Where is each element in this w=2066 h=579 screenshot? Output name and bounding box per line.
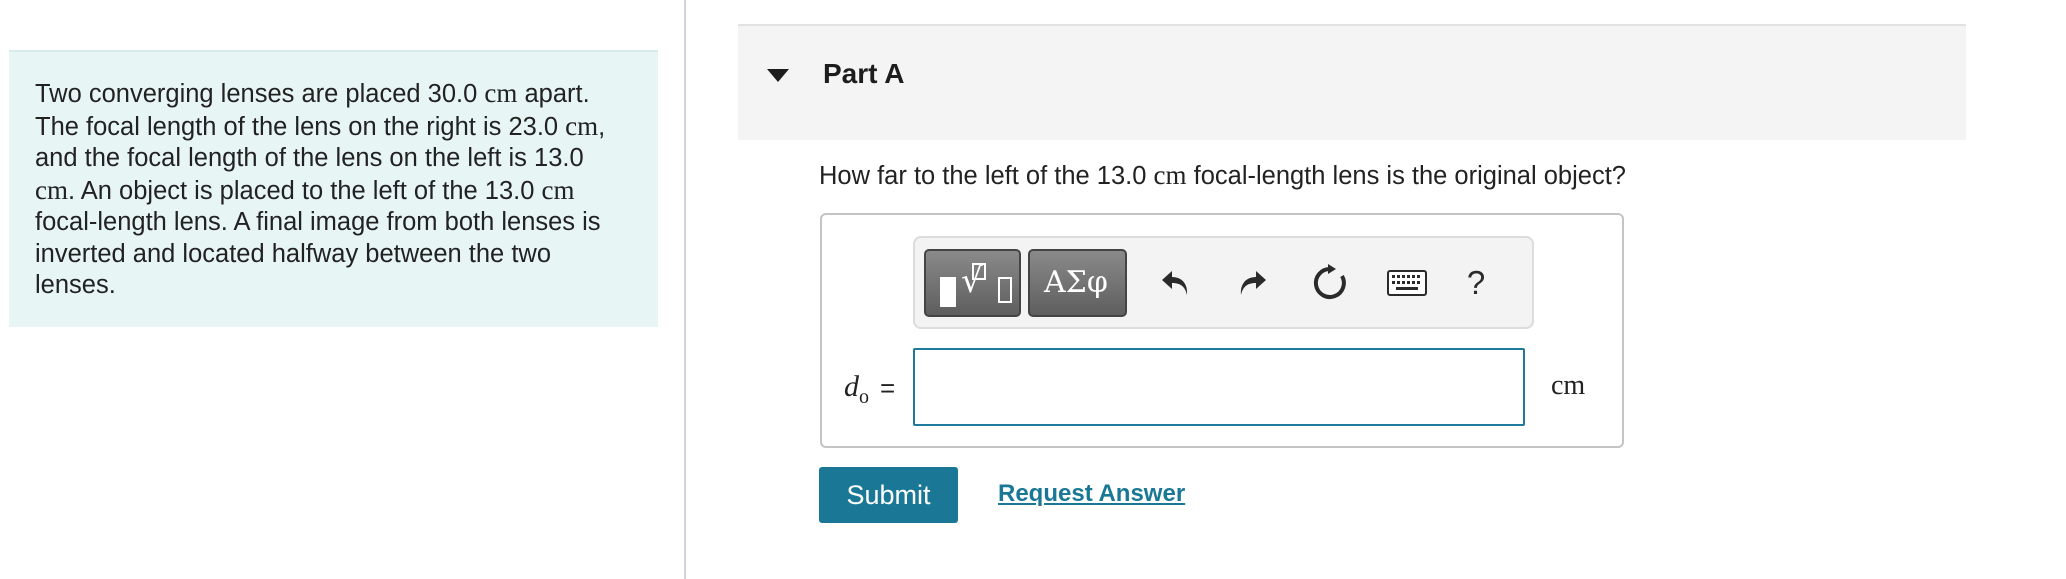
problem-unit-3: cm xyxy=(35,174,68,205)
answer-input[interactable] xyxy=(913,348,1525,426)
problem-unit-4: cm xyxy=(541,174,575,205)
question-after: focal-length lens is the original object… xyxy=(1186,162,1626,190)
answer-unit: cm xyxy=(1551,370,1586,401)
redo-icon xyxy=(1240,271,1266,295)
equals-sign: = xyxy=(880,373,896,403)
problem-unit-2: cm xyxy=(565,110,599,141)
keyboard-icon xyxy=(1387,270,1427,296)
question-before: How far to the left of the 13.0 xyxy=(819,162,1154,190)
problem-statement: Two converging lenses are placed 30.0 cm… xyxy=(9,50,658,327)
problem-text-1: Two converging lenses are placed 30.0 xyxy=(35,80,485,108)
symbols-label: ΑΣφ xyxy=(1044,265,1108,300)
variable-subscript: o xyxy=(859,386,869,408)
templates-button[interactable]: √ xyxy=(924,249,1021,317)
page: Two converging lenses are placed 30.0 cm… xyxy=(0,0,2066,579)
help-icon: ? xyxy=(1466,264,1486,301)
redo-button[interactable] xyxy=(1227,258,1277,308)
panel-divider xyxy=(684,0,686,579)
request-answer-link[interactable]: Request Answer xyxy=(998,480,1185,508)
math-toolbar: √ ΑΣφ ? xyxy=(913,236,1534,329)
collapse-triangle-icon[interactable] xyxy=(767,69,789,82)
answer-box: √ ΑΣφ ? do = cm xyxy=(820,213,1624,448)
undo-icon xyxy=(1162,271,1188,295)
submit-button[interactable]: Submit xyxy=(819,467,958,523)
reset-button[interactable] xyxy=(1305,258,1355,308)
part-header[interactable]: Part A xyxy=(738,24,1966,140)
undo-button[interactable] xyxy=(1151,258,1201,308)
variable-symbol: d xyxy=(844,370,859,403)
problem-text-4: . An object is placed to the left of the… xyxy=(68,176,542,205)
help-button[interactable]: ? xyxy=(1451,258,1501,308)
problem-text-5: focal-length lens. A final image from bo… xyxy=(35,208,601,299)
reset-icon xyxy=(1313,264,1346,299)
keyboard-button[interactable] xyxy=(1382,258,1432,308)
question-unit: cm xyxy=(1153,160,1187,190)
problem-unit-1: cm xyxy=(484,78,518,108)
symbols-button[interactable]: ΑΣφ xyxy=(1028,249,1127,317)
part-title: Part A xyxy=(823,58,905,89)
question-text: How far to the left of the 13.0 cm focal… xyxy=(819,160,1626,191)
answer-variable: do xyxy=(844,370,869,409)
